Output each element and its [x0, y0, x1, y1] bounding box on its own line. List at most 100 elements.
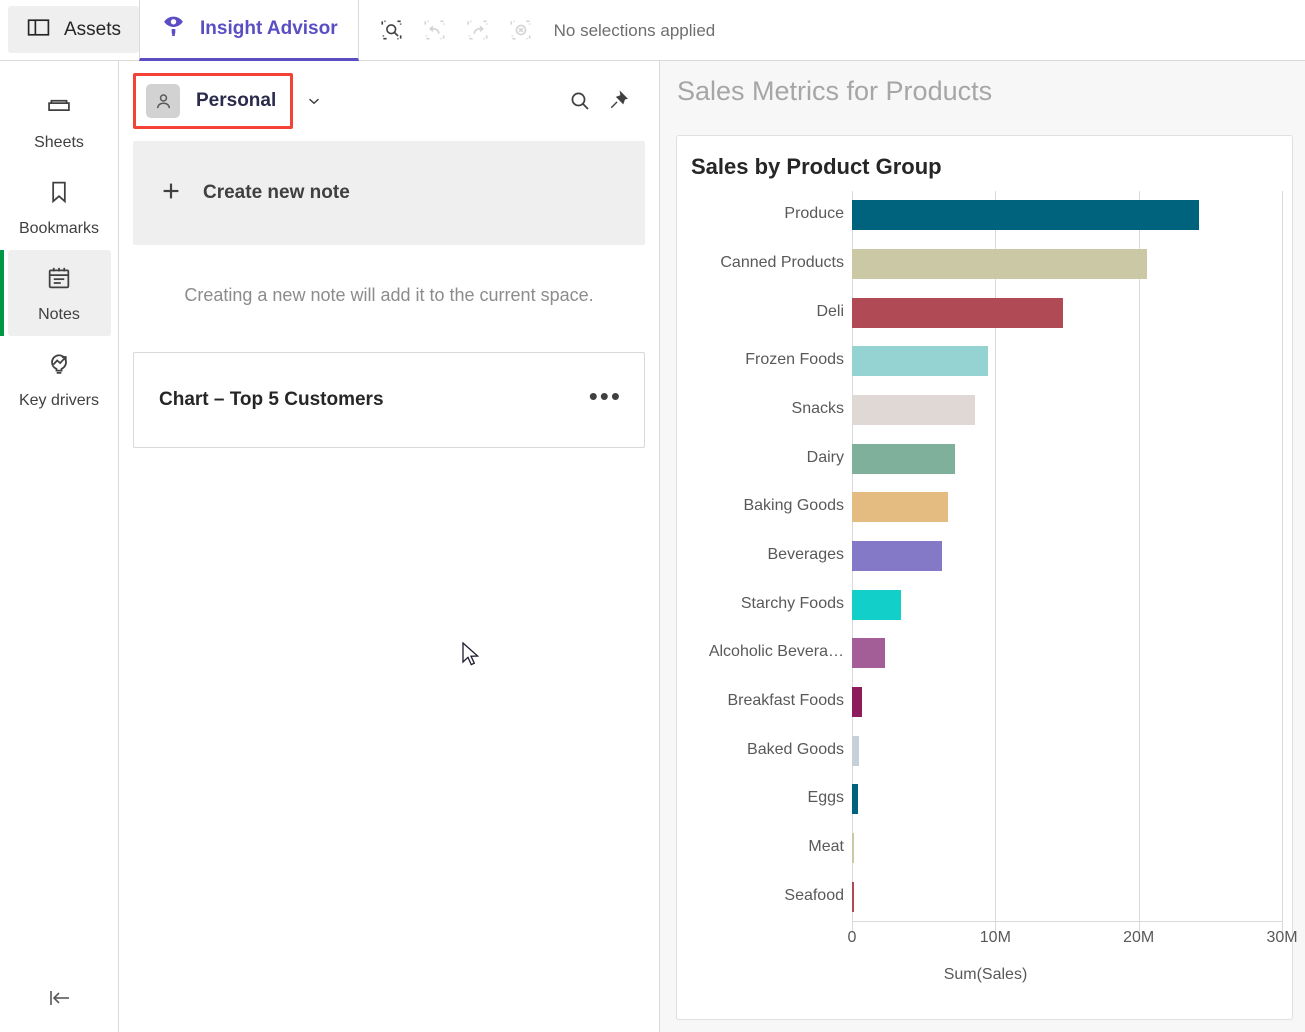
- chart-card[interactable]: Sales by Product Group Produce Canned Pro…: [676, 135, 1298, 1021]
- plus-icon: [159, 179, 183, 208]
- bar-category-label: Seafood: [784, 886, 844, 904]
- space-selector[interactable]: Personal: [133, 73, 294, 129]
- search-icon[interactable]: [561, 82, 599, 120]
- more-options-icon[interactable]: •••: [589, 383, 622, 409]
- create-new-note-button[interactable]: Create new note: [133, 141, 645, 245]
- bar-category-label: Snacks: [791, 399, 844, 417]
- tab-insight-advisor-label: Insight Advisor: [200, 18, 338, 39]
- bar-category-label: Dairy: [806, 448, 844, 466]
- bar-row[interactable]: Produce: [677, 191, 1294, 240]
- x-axis-tick-label: 20M: [1123, 929, 1155, 946]
- x-axis-tick-label: 30M: [1266, 929, 1298, 946]
- sidebar-item-notes-label: Notes: [38, 306, 80, 323]
- bar-row[interactable]: Frozen Foods: [677, 337, 1294, 386]
- bar-row[interactable]: Baking Goods: [677, 483, 1294, 532]
- content-area: Sales Metrics for Products Sales by Prod…: [660, 61, 1305, 1032]
- left-rail: Sheets Bookmarks Notes Key drivers: [0, 61, 119, 1032]
- clear-selections-icon: [504, 13, 538, 47]
- bar[interactable]: [852, 443, 956, 474]
- list-item[interactable]: Chart – Top 5 Customers •••: [133, 352, 645, 448]
- sidebar-item-sheets-label: Sheets: [34, 134, 84, 151]
- sidebar-item-bookmarks[interactable]: Bookmarks: [8, 164, 111, 250]
- create-new-note-label: Create new note: [203, 182, 350, 203]
- chart-title: Sales by Product Group: [691, 154, 942, 179]
- bar-row[interactable]: Starchy Foods: [677, 580, 1294, 629]
- person-icon: [146, 84, 180, 118]
- x-axis-title: Sum(Sales): [943, 966, 1028, 983]
- bar[interactable]: [852, 881, 854, 912]
- collapse-left-icon: [45, 987, 75, 1014]
- sidebar-item-key-drivers-label: Key drivers: [18, 392, 100, 409]
- bookmark-icon: [45, 178, 73, 211]
- bar-category-label: Frozen Foods: [745, 351, 844, 369]
- note-title: Chart – Top 5 Customers: [159, 389, 384, 410]
- bar-row[interactable]: Snacks: [677, 386, 1294, 435]
- bar-row[interactable]: Eggs: [677, 775, 1294, 824]
- page-title: Sales Metrics for Products: [677, 76, 993, 106]
- bar[interactable]: [852, 686, 863, 717]
- sheets-icon: [45, 92, 73, 125]
- bar[interactable]: [852, 784, 858, 815]
- sidebar-item-bookmarks-label: Bookmarks: [18, 220, 100, 237]
- tab-insight-advisor[interactable]: Insight Advisor: [139, 0, 359, 61]
- tab-assets[interactable]: Assets: [8, 6, 140, 53]
- bar-chart[interactable]: Produce Canned Products Deli Frozen Foods Sn…: [677, 191, 1298, 1021]
- chart-axis-baseline: [852, 921, 1282, 922]
- bar[interactable]: [852, 394, 976, 425]
- x-axis-tick-labels: 0 10M 20M 30M: [677, 921, 1298, 959]
- sidebar-item-sheets[interactable]: Sheets: [8, 78, 111, 164]
- bar-category-label: Beverages: [767, 545, 845, 563]
- collapse-panel-button[interactable]: [0, 987, 119, 1014]
- bar-row[interactable]: Beverages: [677, 532, 1294, 581]
- x-axis-tick-label: 10M: [979, 929, 1011, 946]
- notes-icon: [45, 264, 73, 297]
- selections-tool-icon[interactable]: [375, 13, 409, 47]
- top-toolbar: Assets Insight Advisor No selections app…: [0, 0, 1305, 61]
- bar[interactable]: [852, 248, 1148, 279]
- bar-category-label: Baking Goods: [743, 497, 844, 515]
- insight-advisor-icon: [160, 13, 187, 45]
- notes-hint-text: Creating a new note will add it to the c…: [184, 285, 594, 305]
- bar-category-label: Produce: [784, 205, 844, 223]
- bar-row[interactable]: Meat: [677, 824, 1294, 873]
- sidebar-item-notes[interactable]: Notes: [0, 250, 111, 336]
- selections-toolbar: [359, 0, 538, 60]
- notes-panel-header: Personal: [119, 61, 659, 141]
- bar[interactable]: [852, 200, 1199, 231]
- bar-row[interactable]: Dairy: [677, 434, 1294, 483]
- bar-category-label: Alcoholic Bevera…: [708, 643, 844, 661]
- tab-assets-label: Assets: [64, 18, 122, 40]
- key-drivers-icon: [45, 350, 73, 383]
- bar-category-label: Deli: [816, 302, 844, 320]
- bar-row[interactable]: Seafood: [677, 872, 1294, 921]
- bar[interactable]: [852, 832, 854, 863]
- bar-category-label: Baked Goods: [747, 740, 844, 758]
- qlik-sense-app: Assets Insight Advisor No selections app…: [0, 0, 1305, 1032]
- bar[interactable]: [852, 735, 860, 766]
- bar-category-label: Eggs: [807, 789, 844, 807]
- bar-row[interactable]: Canned Products: [677, 240, 1294, 289]
- bar[interactable]: [852, 297, 1063, 328]
- x-axis-tick-label: 0: [847, 929, 857, 946]
- bar-row[interactable]: Breakfast Foods: [677, 678, 1294, 727]
- panel-layout-icon: [26, 15, 51, 45]
- bar-category-label: Canned Products: [720, 253, 844, 271]
- undo-icon: [418, 13, 452, 47]
- redo-icon: [461, 13, 495, 47]
- bar[interactable]: [852, 638, 885, 669]
- bar[interactable]: [852, 346, 989, 377]
- bar-row[interactable]: Alcoholic Bevera…: [677, 629, 1294, 678]
- bar-row[interactable]: Baked Goods: [677, 726, 1294, 775]
- space-name-label: Personal: [196, 90, 277, 111]
- bar[interactable]: [852, 492, 949, 523]
- notes-panel: Personal Create new note Creating a new …: [119, 61, 660, 1032]
- bar-row[interactable]: Deli: [677, 288, 1294, 337]
- chevron-down-icon[interactable]: [305, 92, 323, 110]
- pin-icon[interactable]: [599, 82, 637, 120]
- bar-category-label: Starchy Foods: [740, 594, 844, 612]
- bar-category-label: Breakfast Foods: [727, 691, 845, 709]
- bar[interactable]: [852, 540, 943, 571]
- bar-category-label: Meat: [808, 837, 844, 855]
- sidebar-item-key-drivers[interactable]: Key drivers: [8, 336, 111, 422]
- bar[interactable]: [852, 589, 901, 620]
